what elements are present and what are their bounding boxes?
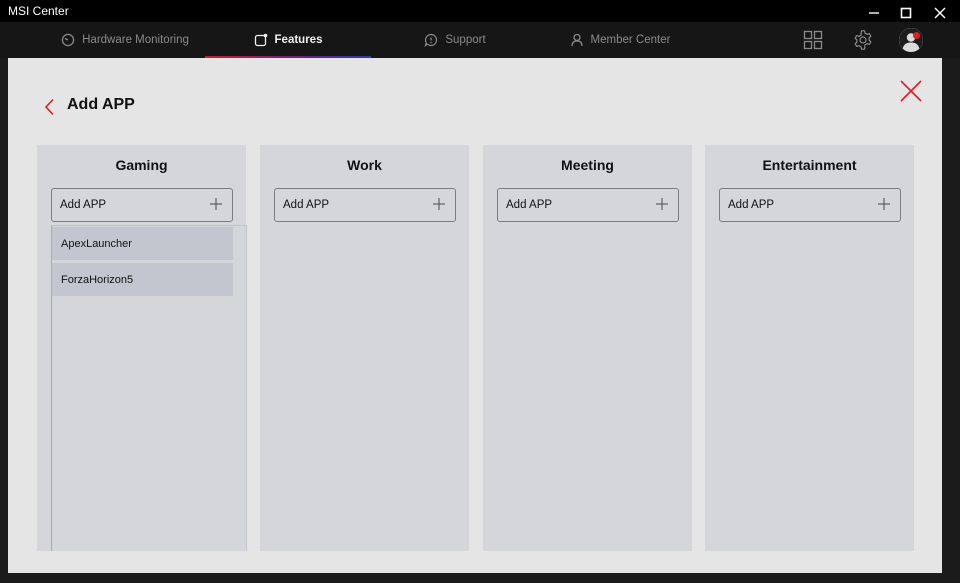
category-column-work: Work Add APP [260,145,469,551]
plus-icon [656,198,668,210]
close-icon [934,7,946,19]
app-list: ApexLauncher ForzaHorizon5 [51,225,247,551]
app-name: ApexLauncher [61,237,132,250]
tab-label: Features [274,34,323,46]
column-title: Meeting [561,157,614,173]
list-item[interactable]: ApexLauncher [52,227,233,260]
column-title: Entertainment [762,157,857,173]
gear-icon [854,30,872,50]
gauge-icon [61,33,75,47]
chevron-left-icon[interactable] [42,98,58,116]
column-title: Work [347,157,382,173]
settings-button[interactable] [845,22,881,58]
tab-label: Hardware Monitoring [82,34,189,46]
tab-member-center[interactable]: Member Center [545,22,695,58]
app-title: MSI Center [8,4,69,18]
tab-label: Support [445,34,486,46]
close-icon[interactable] [899,79,923,103]
tab-hardware-monitoring[interactable]: Hardware Monitoring [45,22,205,58]
add-app-button[interactable]: Add APP [51,188,233,222]
user-icon [570,33,583,47]
category-column-entertainment: Entertainment Add APP [705,145,914,551]
category-column-gaming: Gaming Add APP ApexLauncher ForzaHorizon… [37,145,247,551]
plus-icon [433,198,445,210]
add-app-button[interactable]: Add APP [719,188,901,222]
list-item[interactable]: ForzaHorizon5 [52,263,233,296]
notification-dot [913,32,920,39]
add-app-label: Add APP [60,199,107,211]
tab-features[interactable]: Features [205,22,371,58]
profile-button[interactable] [893,22,929,58]
nav-bar: Hardware Monitoring Features Support Mem… [0,22,960,58]
dialog-title: Add APP [67,96,135,113]
add-app-button[interactable]: Add APP [497,188,679,222]
grid-icon [803,30,823,50]
column-title: Gaming [115,157,168,173]
support-icon [424,33,438,47]
app-name: ForzaHorizon5 [61,273,134,286]
title-bar: MSI Center [0,0,960,22]
add-app-label: Add APP [506,199,553,211]
features-icon [254,33,267,47]
tab-label: Member Center [590,34,671,46]
plus-icon [878,198,890,210]
tab-support[interactable]: Support [390,22,520,58]
maximize-icon [900,7,912,19]
add-app-label: Add APP [283,199,330,211]
category-column-meeting: Meeting Add APP [483,145,692,551]
add-app-label: Add APP [728,199,775,211]
add-app-dialog: Add APP Gaming Add APP ApexLauncher Forz… [8,58,942,573]
apps-grid-button[interactable] [795,22,831,58]
add-app-button[interactable]: Add APP [274,188,456,222]
avatar-icon [899,28,923,52]
minimize-icon [869,12,879,14]
plus-icon [210,198,222,210]
